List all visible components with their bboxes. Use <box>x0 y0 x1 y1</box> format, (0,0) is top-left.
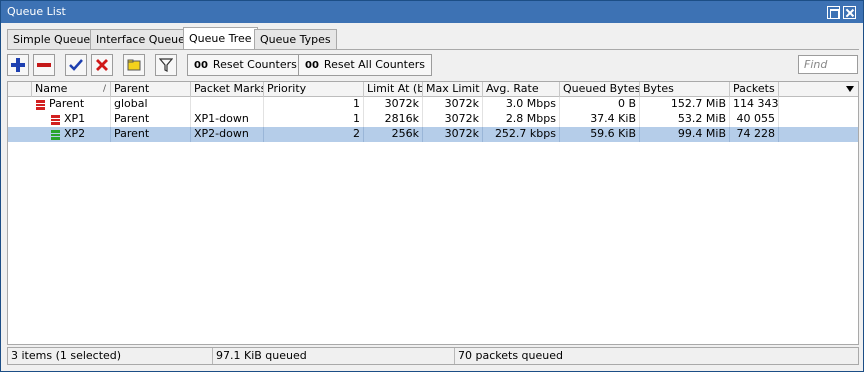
column-limit-at[interactable]: Limit At (b... <box>364 82 423 97</box>
remove-icon <box>37 63 51 67</box>
cell-parent: global <box>111 97 191 112</box>
sort-indicator: / <box>102 84 106 94</box>
table-row-selected[interactable]: XP2 Parent XP2-down 2 256k 3072k 252.7 k… <box>8 127 858 142</box>
queue-icon <box>51 130 60 140</box>
counter-icon: 00 <box>194 60 208 71</box>
add-button[interactable] <box>7 54 29 76</box>
queue-list-window: Queue List Simple Queues Interface Queue… <box>0 0 864 372</box>
cell-packets: 74 228 <box>730 127 779 142</box>
cell-priority: 2 <box>264 127 364 142</box>
cell-packets: 40 055 <box>730 112 779 127</box>
cell-name: XP2 <box>61 127 111 142</box>
status-item-count: 3 items (1 selected) <box>8 348 213 364</box>
cell-queued-bytes: 0 B <box>560 97 640 112</box>
counter-icon: 00 <box>305 60 319 71</box>
cell-packet-marks: XP2-down <box>191 127 264 142</box>
cell-avg-rate: 3.0 Mbps <box>483 97 560 112</box>
queue-icon <box>51 115 60 125</box>
reset-all-counters-button[interactable]: 00 Reset All Counters <box>298 54 432 76</box>
add-icon <box>11 58 25 72</box>
cell-avg-rate: 2.8 Mbps <box>483 112 560 127</box>
column-parent[interactable]: Parent <box>111 82 191 97</box>
columns-dropdown-icon[interactable] <box>846 86 854 92</box>
enable-icon <box>69 59 83 71</box>
comment-icon <box>127 59 141 71</box>
table-header: Name / Parent Packet Marks Priority Limit… <box>8 82 858 97</box>
cell-limit-at: 3072k <box>364 97 423 112</box>
cell-limit-at: 256k <box>364 127 423 142</box>
column-bytes[interactable]: Bytes <box>640 82 730 97</box>
cell-packet-marks: XP1-down <box>191 112 264 127</box>
tab-interface-queues[interactable]: Interface Queues <box>90 29 197 49</box>
reset-all-counters-label: Reset All Counters <box>323 58 425 71</box>
header-spacer <box>8 82 32 97</box>
cell-priority: 1 <box>264 97 364 112</box>
column-avg-rate[interactable]: Avg. Rate <box>483 82 560 97</box>
reset-counters-label: Reset Counters <box>212 58 297 71</box>
cell-bytes: 99.4 MiB <box>640 127 730 142</box>
cell-limit-at: 2816k <box>364 112 423 127</box>
cell-parent: Parent <box>111 127 191 142</box>
table-row[interactable]: Parent global 1 3072k 3072k 3.0 Mbps 0 B… <box>8 97 858 112</box>
cell-packets: 114 343 <box>730 97 779 112</box>
filter-button[interactable] <box>155 54 177 76</box>
cell-priority: 1 <box>264 112 364 127</box>
cell-queued-bytes: 37.4 KiB <box>560 112 640 127</box>
cell-parent: Parent <box>111 112 191 127</box>
disable-icon <box>96 59 108 71</box>
status-bar: 3 items (1 selected) 97.1 KiB queued 70 … <box>7 347 859 365</box>
filter-icon <box>159 58 173 72</box>
queue-icon <box>36 100 45 110</box>
cell-avg-rate: 252.7 kbps <box>483 127 560 142</box>
cell-bytes: 152.7 MiB <box>640 97 730 112</box>
window-titlebar[interactable]: Queue List <box>1 1 863 23</box>
table-row[interactable]: XP1 Parent XP1-down 1 2816k 3072k 2.8 Mb… <box>8 112 858 127</box>
tab-queue-types[interactable]: Queue Types <box>254 29 337 49</box>
status-packets-queued: 70 packets queued <box>458 349 563 362</box>
cell-queued-bytes: 59.6 KiB <box>560 127 640 142</box>
comment-button[interactable] <box>123 54 145 76</box>
column-packets[interactable]: Packets <box>730 82 779 97</box>
cell-name: XP1 <box>61 112 111 127</box>
cell-packet-marks <box>191 97 264 112</box>
column-packet-marks[interactable]: Packet Marks <box>191 82 264 97</box>
cell-max-limit: 3072k <box>423 127 483 142</box>
reset-counters-button[interactable]: 00 Reset Counters <box>187 54 304 76</box>
column-queued-bytes[interactable]: Queued Bytes <box>560 82 640 97</box>
cell-bytes: 53.2 MiB <box>640 112 730 127</box>
status-queued: 97.1 KiB queued <box>213 348 455 364</box>
tab-divider <box>7 49 859 50</box>
find-input[interactable]: Find <box>798 55 858 74</box>
tab-simple-queues[interactable]: Simple Queues <box>7 29 102 49</box>
window-title: Queue List <box>7 5 66 18</box>
column-priority[interactable]: Priority <box>264 82 364 97</box>
column-max-limit[interactable]: Max Limit ... <box>423 82 483 97</box>
close-icon[interactable] <box>843 6 856 19</box>
column-name[interactable]: Name / <box>32 82 111 97</box>
cell-max-limit: 3072k <box>423 112 483 127</box>
enable-button[interactable] <box>65 54 87 76</box>
disable-button[interactable] <box>91 54 113 76</box>
maximize-icon[interactable] <box>827 6 840 19</box>
tab-queue-tree[interactable]: Queue Tree <box>183 27 258 49</box>
cell-name: Parent <box>46 97 111 112</box>
remove-button[interactable] <box>33 54 55 76</box>
cell-max-limit: 3072k <box>423 97 483 112</box>
queue-tree-table: Name / Parent Packet Marks Priority Limit… <box>7 81 859 345</box>
